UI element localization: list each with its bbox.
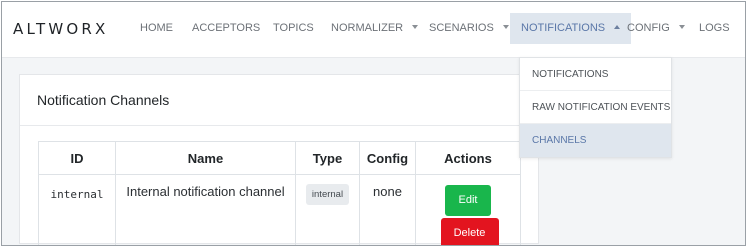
column-header-actions: Actions — [415, 141, 521, 175]
card-divider — [20, 125, 538, 126]
nav-topics-label: TOPICS — [273, 22, 314, 34]
nav-acceptors-label: ACCEPTORS — [192, 22, 261, 34]
nav-scenarios-label: SCENARIOS — [429, 22, 494, 34]
brand-logo[interactable]: ALTWORX — [13, 20, 108, 38]
cell-config: none — [359, 174, 416, 245]
type-badge: internal — [305, 184, 350, 205]
nav-normalizer[interactable]: NORMALIZER — [331, 13, 419, 44]
chevron-up-icon — [614, 25, 621, 30]
chevron-down-icon — [678, 25, 685, 30]
column-header-id: ID — [38, 141, 116, 175]
nav-normalizer-label: NORMALIZER — [331, 22, 404, 34]
app-window: ALTWORX HOME ACCEPTORS TOPICS NORMALIZER… — [1, 1, 746, 246]
edit-button[interactable]: Edit — [445, 185, 491, 216]
channel-name: Internal notification channel — [126, 184, 285, 199]
chevron-down-icon — [412, 25, 419, 30]
notifications-dropdown-menu: NOTIFICATIONS RAW NOTIFICATION EVENTS CH… — [519, 57, 672, 158]
column-header-config: Config — [359, 141, 416, 175]
nav-logs[interactable]: LOGS — [699, 13, 730, 44]
nav-config-label: CONFIG — [627, 22, 670, 34]
top-navbar: ALTWORX HOME ACCEPTORS TOPICS NORMALIZER… — [2, 2, 745, 58]
nav-logs-label: LOGS — [699, 22, 730, 34]
channel-id: internal — [50, 188, 104, 201]
table-row: internal Internal notification channel i… — [38, 174, 521, 245]
page-title: Notification Channels — [37, 92, 170, 108]
dropdown-item-raw-notification-events[interactable]: RAW NOTIFICATION EVENTS — [520, 91, 671, 124]
channels-table: ID Name Type Config Actions internal Int… — [38, 141, 521, 245]
nav-home-label: HOME — [140, 22, 173, 34]
nav-home[interactable]: HOME — [140, 13, 173, 44]
column-header-type: Type — [295, 141, 360, 175]
cell-actions: EditDelete — [415, 174, 521, 245]
nav-topics[interactable]: TOPICS — [273, 13, 314, 44]
channel-config: none — [373, 184, 402, 199]
nav-config[interactable]: CONFIG — [627, 13, 685, 44]
cell-type: internal — [295, 174, 360, 245]
column-header-name: Name — [115, 141, 296, 175]
dropdown-item-channels[interactable]: CHANNELS — [520, 124, 671, 157]
nav-acceptors[interactable]: ACCEPTORS — [192, 13, 260, 44]
delete-button[interactable]: Delete — [440, 218, 499, 245]
cell-name: Internal notification channel — [115, 174, 296, 245]
notification-channels-card: Notification Channels ID Name Type Confi… — [19, 74, 539, 245]
chevron-down-icon — [502, 25, 509, 30]
nav-scenarios[interactable]: SCENARIOS — [429, 13, 509, 44]
table-header-row: ID Name Type Config Actions — [38, 141, 521, 175]
nav-notifications-label: NOTIFICATIONS — [521, 22, 606, 34]
cell-id: internal — [38, 174, 116, 245]
dropdown-item-notifications[interactable]: NOTIFICATIONS — [520, 58, 671, 91]
nav-notifications[interactable]: NOTIFICATIONS — [510, 13, 632, 44]
